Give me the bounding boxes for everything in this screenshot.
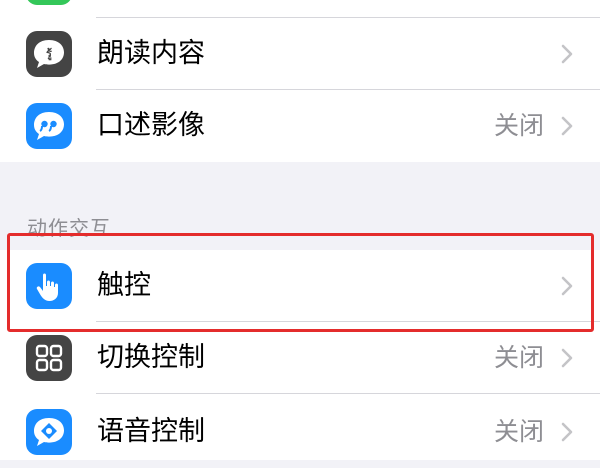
speech-bubble-icon: รู้ — [26, 31, 72, 77]
settings-row-partial[interactable] — [0, 0, 600, 18]
voice-control-icon — [26, 409, 72, 455]
row-separator — [96, 393, 600, 394]
green-app-icon — [26, 0, 72, 5]
settings-row-switch-control[interactable]: 切换控制 关闭 — [0, 322, 600, 394]
settings-group-top: รู้ 朗读内容 口述影像 关闭 — [0, 0, 600, 162]
switch-control-label: 切换控制 — [97, 342, 205, 373]
spoken-content-label: 朗读内容 — [97, 38, 205, 69]
audio-descriptions-label: 口述影像 — [97, 110, 205, 141]
settings-row-audio-descriptions[interactable]: 口述影像 关闭 — [0, 90, 600, 162]
section-header-motion: 动作交互 — [27, 216, 111, 240]
settings-row-spoken-content[interactable]: รู้ 朗读内容 — [0, 18, 600, 90]
settings-row-voice-control[interactable]: 语音控制 关闭 — [0, 396, 600, 468]
chevron-right-icon — [561, 44, 573, 64]
hand-pointer-icon — [26, 263, 72, 309]
chevron-right-icon — [561, 116, 573, 136]
svg-text:รู้: รู้ — [46, 47, 52, 61]
voice-control-label: 语音控制 — [97, 416, 205, 447]
chevron-right-icon — [561, 348, 573, 368]
grid-icon — [26, 335, 72, 381]
quote-bubble-icon — [26, 103, 72, 149]
chevron-right-icon — [561, 276, 573, 296]
voice-control-value: 关闭 — [493, 417, 544, 446]
audio-descriptions-value: 关闭 — [493, 111, 544, 140]
switch-control-value: 关闭 — [493, 343, 544, 372]
settings-group-motion: 触控 切换控制 关闭 语音控制 关闭 — [0, 250, 600, 460]
chevron-right-icon — [561, 422, 573, 442]
touch-label: 触控 — [97, 270, 151, 301]
settings-row-touch[interactable]: 触控 — [0, 250, 600, 322]
